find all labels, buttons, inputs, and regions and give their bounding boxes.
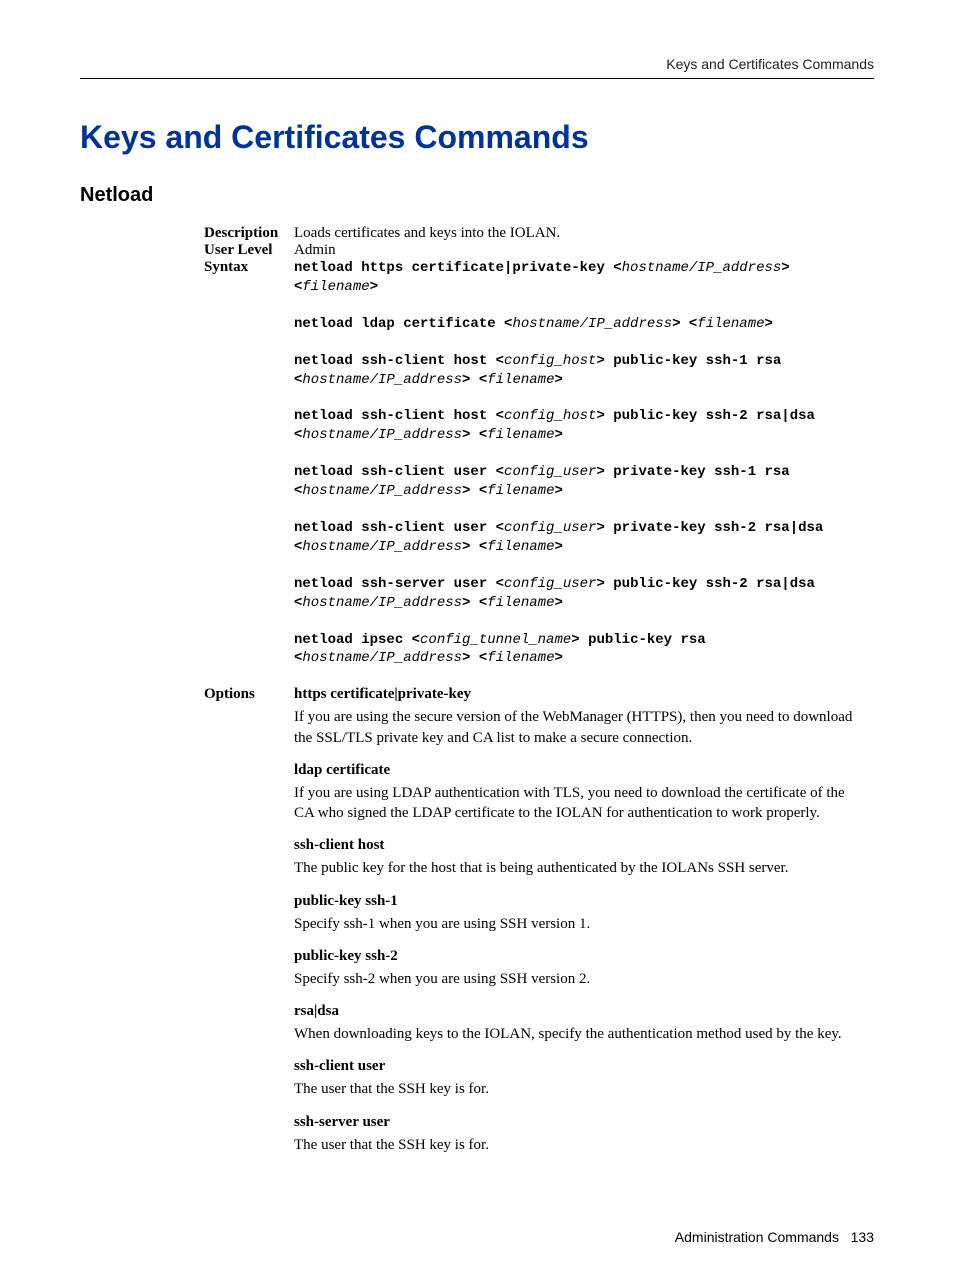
- label-syntax: Syntax: [204, 259, 294, 686]
- command-definition: Description Loads certificates and keys …: [204, 225, 854, 1169]
- option-body: The user that the SSH key is for.: [294, 1079, 854, 1099]
- syntax-line: netload https certificate|private-key <h…: [294, 259, 854, 297]
- option-label: ssh-client user: [294, 1058, 854, 1075]
- syntax-line: netload ssh-server user <config_user> pu…: [294, 575, 854, 613]
- option-body: Specify ssh-1 when you are using SSH ver…: [294, 914, 854, 934]
- option-label: https certificate|private-key: [294, 686, 854, 703]
- header-rule: [80, 78, 874, 79]
- option-body: If you are using LDAP authentication wit…: [294, 783, 854, 824]
- option-label: rsa|dsa: [294, 1003, 854, 1020]
- syntax-line: netload ipsec <config_tunnel_name> publi…: [294, 631, 854, 669]
- option-label: ssh-server user: [294, 1114, 854, 1131]
- syntax-line: netload ssh-client user <config_user> pr…: [294, 519, 854, 557]
- syntax-line: netload ldap certificate <hostname/IP_ad…: [294, 315, 854, 334]
- syntax-list: netload https certificate|private-key <h…: [294, 259, 854, 686]
- value-description: Loads certificates and keys into the IOL…: [294, 225, 854, 242]
- option-body: The user that the SSH key is for.: [294, 1135, 854, 1155]
- section-title: Netload: [80, 184, 874, 207]
- syntax-line: netload ssh-client host <config_host> pu…: [294, 352, 854, 390]
- options-list: https certificate|private-key If you are …: [294, 686, 854, 1169]
- footer-page-number: 133: [851, 1229, 874, 1245]
- value-userlevel: Admin: [294, 242, 854, 259]
- footer-section: Administration Commands: [675, 1229, 839, 1245]
- syntax-line: netload ssh-client user <config_user> pr…: [294, 463, 854, 501]
- option-body: Specify ssh-2 when you are using SSH ver…: [294, 969, 854, 989]
- page-footer: Administration Commands 133: [80, 1229, 874, 1245]
- running-header: Keys and Certificates Commands: [80, 56, 874, 78]
- label-description: Description: [204, 225, 294, 242]
- label-userlevel: User Level: [204, 242, 294, 259]
- option-body: When downloading keys to the IOLAN, spec…: [294, 1024, 854, 1044]
- option-label: public-key ssh-2: [294, 948, 854, 965]
- option-label: ssh-client host: [294, 837, 854, 854]
- page-title: Keys and Certificates Commands: [80, 119, 874, 156]
- syntax-line: netload ssh-client host <config_host> pu…: [294, 407, 854, 445]
- option-label: ldap certificate: [294, 762, 854, 779]
- option-label: public-key ssh-1: [294, 893, 854, 910]
- label-options: Options: [204, 686, 294, 1169]
- option-body: The public key for the host that is bein…: [294, 858, 854, 878]
- option-body: If you are using the secure version of t…: [294, 707, 854, 748]
